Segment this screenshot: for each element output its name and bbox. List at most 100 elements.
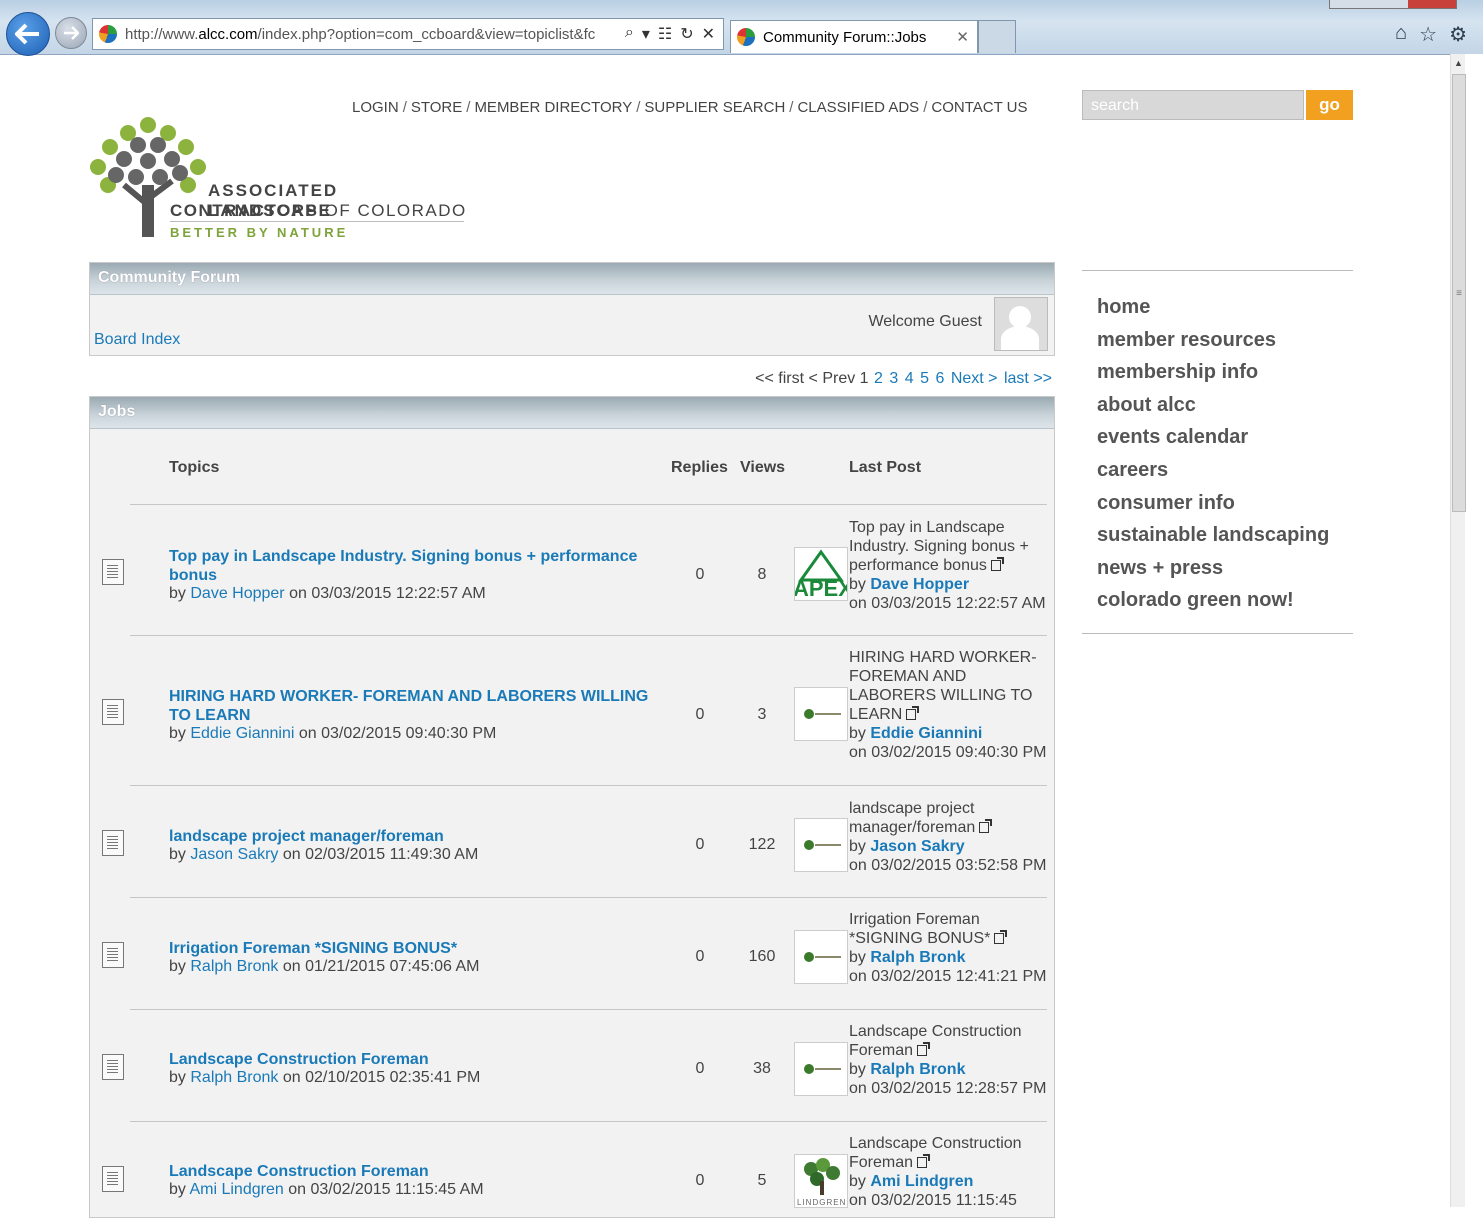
topic-author-link[interactable]: Ralph Bronk: [190, 1069, 278, 1086]
settings-gear-icon[interactable]: ⚙: [1449, 22, 1467, 47]
last-post-date: on 03/02/2015 11:15:45: [849, 1192, 1017, 1209]
topic-author-link[interactable]: Dave Hopper: [190, 585, 284, 602]
sidebar-item-news-press[interactable]: news + press: [1097, 552, 1329, 585]
topic-author-link[interactable]: Ralph Bronk: [190, 958, 278, 975]
views-count: 122: [748, 836, 776, 853]
site-favicon-icon: [99, 25, 117, 43]
back-button[interactable]: [6, 12, 50, 56]
last-post-info: Landscape Construction Foreman by Ralph …: [849, 1023, 1047, 1097]
external-link-icon[interactable]: [906, 706, 920, 720]
last-post-date: on 03/02/2015 12:41:21 PM: [849, 968, 1047, 985]
window-controls[interactable]: [1329, 0, 1457, 9]
home-icon[interactable]: ⌂: [1395, 22, 1407, 47]
nav-supplier-search[interactable]: SUPPLIER SEARCH: [644, 99, 785, 116]
nav-store[interactable]: STORE: [411, 99, 462, 116]
jobs-title: Jobs: [90, 397, 1054, 429]
topic-title-link[interactable]: Landscape Construction Foreman: [169, 1050, 659, 1069]
last-post-author-link[interactable]: Dave Hopper: [870, 576, 969, 593]
sidebar-item-consumer-info[interactable]: consumer info: [1097, 487, 1329, 520]
site-logo[interactable]: ASSOCIATED LANDSCAPE CONTRACTORS OF COLO…: [88, 115, 468, 240]
pager-page-2[interactable]: 2: [874, 370, 883, 387]
address-bar[interactable]: http://www.alcc.com/index.php?option=com…: [92, 18, 724, 50]
last-post-date: on 03/02/2015 09:40:30 PM: [849, 744, 1047, 761]
nav-classified-ads[interactable]: CLASSIFIED ADS: [797, 99, 919, 116]
stop-icon[interactable]: ✕: [702, 24, 715, 44]
tab-title: Community Forum::Jobs: [763, 28, 927, 46]
pager-page-5[interactable]: 5: [920, 370, 929, 387]
last-post-info: HIRING HARD WORKER- FOREMAN AND LABORERS…: [849, 649, 1047, 761]
last-post-title: Landscape Construction Foreman: [849, 1135, 1022, 1171]
pager-page-6[interactable]: 6: [935, 370, 944, 387]
last-poster-avatar: APEX: [794, 547, 848, 601]
sidebar-item-about-alcc[interactable]: about alcc: [1097, 389, 1329, 422]
community-forum-panel: Community Forum Board Index Welcome Gues…: [89, 262, 1055, 356]
topic-title-link[interactable]: Landscape Construction Foreman: [169, 1162, 659, 1181]
topic-document-icon: [102, 942, 124, 968]
topic-byline: by Ralph Bronk on 01/21/2015 07:45:06 AM: [169, 958, 480, 975]
external-link-icon[interactable]: [979, 819, 993, 833]
topic-title-link[interactable]: landscape project manager/foreman: [169, 827, 659, 846]
topic-author-link[interactable]: Eddie Giannini: [190, 725, 294, 742]
sidebar-item-events-calendar[interactable]: events calendar: [1097, 421, 1329, 454]
forward-button[interactable]: [55, 17, 87, 49]
dropdown-icon[interactable]: ▾: [642, 24, 650, 44]
search-icon[interactable]: ⌕: [625, 24, 634, 44]
search-go-button[interactable]: go: [1306, 90, 1353, 120]
topic-author-link[interactable]: Ami Lindgren: [189, 1181, 283, 1198]
new-tab-button[interactable]: [978, 20, 1016, 53]
replies-count: 0: [695, 566, 705, 583]
last-poster-avatar: LINDGREN: [794, 1154, 848, 1208]
sidebar-item-home[interactable]: home: [1097, 291, 1329, 324]
nav-login[interactable]: LOGIN: [352, 99, 399, 116]
compatibility-view-icon[interactable]: ☷: [658, 24, 672, 44]
last-post-author-link[interactable]: Jason Sakry: [870, 838, 964, 855]
window-close-icon[interactable]: [1408, 0, 1456, 8]
last-post-date: on 03/02/2015 12:28:57 PM: [849, 1080, 1047, 1097]
divider: [130, 1009, 1047, 1010]
last-post-date: on 03/03/2015 12:22:57 AM: [849, 595, 1046, 612]
topic-author-link[interactable]: Jason Sakry: [190, 846, 278, 863]
svg-text:LINDGREN: LINDGREN: [797, 1198, 846, 1207]
last-post-author-link[interactable]: Ralph Bronk: [870, 949, 965, 966]
board-index-link[interactable]: Board Index: [94, 331, 180, 349]
logo-tagline: BETTER BY NATURE: [170, 225, 349, 240]
views-count: 5: [757, 1172, 767, 1189]
browser-toolbar: http://www.alcc.com/index.php?option=com…: [0, 0, 1483, 56]
topic-title-link[interactable]: HIRING HARD WORKER- FOREMAN AND LABORERS…: [169, 687, 659, 725]
sidebar-item-sustainable-landscaping[interactable]: sustainable landscaping: [1097, 519, 1329, 552]
browser-tab[interactable]: Community Forum::Jobs ✕: [730, 20, 978, 53]
last-post-info: Landscape Construction Foreman by Ami Li…: [849, 1135, 1022, 1209]
pager-page-4[interactable]: 4: [905, 370, 914, 387]
last-post-author-link[interactable]: Ralph Bronk: [870, 1061, 965, 1078]
nav-member-directory[interactable]: MEMBER DIRECTORY: [474, 99, 632, 116]
search-input[interactable]: search: [1082, 90, 1304, 120]
avatar-head-icon: [1009, 306, 1031, 328]
topic-byline: by Dave Hopper on 03/03/2015 12:22:57 AM: [169, 585, 486, 602]
topic-title-link[interactable]: Irrigation Foreman *SIGNING BONUS*: [169, 939, 659, 958]
external-link-icon[interactable]: [917, 1042, 931, 1056]
external-link-icon[interactable]: [990, 557, 1004, 571]
last-post-author-link[interactable]: Ami Lindgren: [870, 1173, 973, 1190]
refresh-icon[interactable]: ↻: [680, 24, 693, 44]
last-post-author-link[interactable]: Eddie Giannini: [870, 725, 982, 742]
sidebar-item-colorado-green-now[interactable]: colorado green now!: [1097, 584, 1329, 617]
sidebar-item-membership-info[interactable]: membership info: [1097, 356, 1329, 389]
pager-last[interactable]: last >>: [1004, 370, 1052, 387]
vertical-scrollbar[interactable]: ▲: [1450, 54, 1466, 1207]
external-link-icon[interactable]: [994, 930, 1008, 944]
tab-close-icon[interactable]: ✕: [956, 28, 969, 46]
external-link-icon[interactable]: [917, 1154, 931, 1168]
pager-next[interactable]: Next >: [951, 370, 998, 387]
col-topics: Topics: [169, 459, 220, 476]
scroll-up-icon[interactable]: ▲: [1454, 58, 1463, 68]
last-poster-avatar: [794, 687, 848, 741]
sidebar-item-member-resources[interactable]: member resources: [1097, 324, 1329, 357]
url-text[interactable]: http://www.alcc.com/index.php?option=com…: [125, 26, 625, 43]
favorites-star-icon[interactable]: ☆: [1419, 22, 1437, 47]
topic-title-link[interactable]: Top pay in Landscape Industry. Signing b…: [169, 547, 659, 585]
pager-page-3[interactable]: 3: [889, 370, 898, 387]
resize-grip-icon[interactable]: ≡: [1456, 288, 1462, 299]
nav-contact-us[interactable]: CONTACT US: [931, 99, 1027, 116]
last-post-info: Irrigation Foreman *SIGNING BONUS* by Ra…: [849, 911, 1047, 985]
sidebar-item-careers[interactable]: careers: [1097, 454, 1329, 487]
